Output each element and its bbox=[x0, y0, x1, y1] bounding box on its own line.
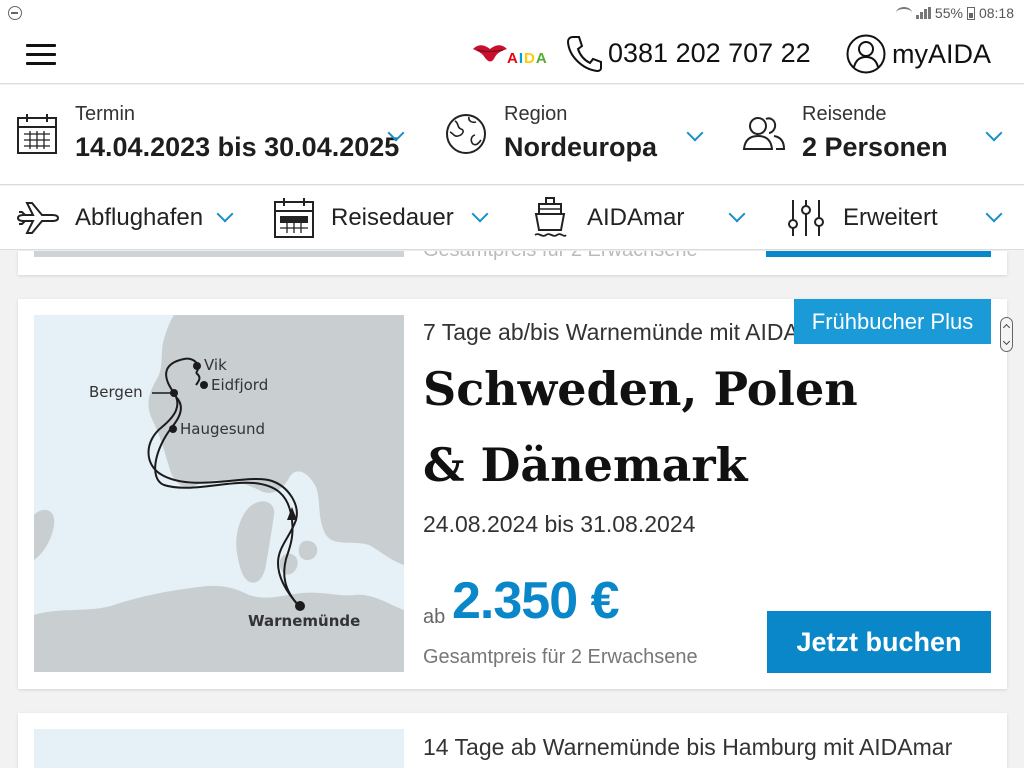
primary-filters: Termin 14.04.2023 bis 30.04.2025 Region … bbox=[0, 85, 1024, 185]
myaida-label: myAIDA bbox=[892, 38, 992, 69]
filter-erweitert-label: Erweitert bbox=[843, 204, 938, 231]
cruise-card[interactable]: Vik Eidfjord Bergen Haugesund Warnemünde… bbox=[18, 299, 1007, 689]
map-port-haugesund: Haugesund bbox=[180, 420, 266, 438]
header: AIDA 0381 202 707 22 myAIDA bbox=[0, 28, 1024, 84]
filter-region-value: Nordeuropa bbox=[504, 132, 658, 162]
filter-reisende-label: Reisende bbox=[802, 103, 887, 125]
map-port-vik: Vik bbox=[204, 356, 227, 374]
price-prefix: ab bbox=[423, 606, 446, 628]
calendar-grid-icon bbox=[274, 198, 314, 238]
phone-link[interactable]: 0381 202 707 22 bbox=[566, 34, 811, 72]
book-button[interactable]: Jetzt buchen bbox=[767, 611, 991, 673]
phone-icon bbox=[566, 36, 602, 72]
filter-region[interactable]: Region Nordeuropa bbox=[440, 85, 720, 185]
travellers-icon bbox=[742, 117, 786, 150]
phone-number: 0381 202 707 22 bbox=[608, 37, 811, 68]
route-map bbox=[34, 729, 404, 768]
chevron-down-icon bbox=[216, 205, 234, 223]
price: 2.350 € bbox=[452, 572, 619, 630]
chevron-down-icon bbox=[471, 205, 489, 223]
calendar-icon bbox=[17, 114, 57, 154]
map-port-eidfjord: Eidfjord bbox=[211, 376, 269, 394]
filter-erweitert[interactable]: Erweitert bbox=[780, 186, 1024, 250]
chevron-down-icon bbox=[985, 205, 1003, 223]
filter-termin-label: Termin bbox=[75, 103, 136, 125]
chevron-down-icon bbox=[728, 205, 746, 223]
book-button[interactable] bbox=[766, 251, 991, 257]
cruise-subtitle: 14 Tage ab Warnemünde bis Hamburg mit AI… bbox=[423, 734, 953, 760]
scroll-handle[interactable] bbox=[1000, 317, 1013, 352]
filter-reisende-value: 2 Personen bbox=[802, 132, 948, 162]
airplane-icon bbox=[16, 202, 60, 234]
route-map bbox=[34, 251, 404, 257]
battery-icon bbox=[966, 6, 975, 20]
price-note: Gesamtpreis für 2 Erwachsene bbox=[423, 251, 698, 262]
menu-icon[interactable] bbox=[26, 44, 56, 66]
map-port-bergen: Bergen bbox=[89, 383, 143, 401]
user-icon bbox=[846, 34, 886, 74]
price-note: Gesamtpreis für 2 Erwachsene bbox=[423, 646, 698, 668]
battery-level: 55% bbox=[934, 5, 963, 21]
chevron-down-icon bbox=[985, 124, 1003, 142]
cruise-subtitle: 7 Tage ab/bis Warnemünde mit AIDAmar bbox=[423, 319, 839, 345]
filter-ship[interactable]: AIDAmar bbox=[525, 186, 755, 250]
cruise-card-previous: Gesamtpreis für 2 Erwachsene bbox=[18, 251, 1007, 275]
status-bar: 55% 08:18 bbox=[0, 0, 1024, 28]
map-port-warnemuende: Warnemünde bbox=[248, 612, 361, 630]
myaida-link[interactable]: myAIDA bbox=[846, 34, 991, 74]
fruehbucher-badge: Frühbucher Plus bbox=[794, 299, 991, 344]
filter-termin-value: 14.04.2023 bis 30.04.2025 bbox=[75, 132, 400, 162]
secondary-filters: Abflughafen Reisedauer AIDAmar Erweitert bbox=[0, 186, 1024, 250]
signal-icon bbox=[915, 7, 931, 19]
wifi-icon bbox=[895, 7, 912, 19]
cruise-card-next[interactable]: 14 Tage ab Warnemünde bis Hamburg mit AI… bbox=[18, 713, 1007, 768]
aida-wordmark: AIDA bbox=[507, 50, 548, 67]
filter-region-label: Region bbox=[504, 103, 568, 125]
route-map: Vik Eidfjord Bergen Haugesund Warnemünde bbox=[34, 315, 404, 672]
chevron-down-icon bbox=[686, 124, 704, 142]
filter-reisende[interactable]: Reisende 2 Personen bbox=[740, 85, 1024, 185]
filter-reisedauer[interactable]: Reisedauer bbox=[265, 186, 505, 250]
filter-abflughafen-label: Abflughafen bbox=[75, 204, 204, 231]
aida-logo[interactable]: AIDA bbox=[471, 40, 548, 67]
sliders-icon bbox=[788, 200, 824, 236]
cruise-title[interactable]: Schweden, Polen & Dänemark bbox=[423, 351, 893, 503]
filter-reisedauer-label: Reisedauer bbox=[331, 204, 454, 231]
ship-icon bbox=[534, 197, 567, 237]
filter-abflughafen[interactable]: Abflughafen bbox=[0, 186, 250, 250]
filter-termin[interactable]: Termin 14.04.2023 bis 30.04.2025 bbox=[0, 85, 420, 185]
filter-ship-label: AIDAmar bbox=[587, 204, 685, 231]
cruise-dates: 24.08.2024 bis 31.08.2024 bbox=[423, 511, 696, 537]
minus-circle-icon bbox=[8, 6, 22, 20]
globe-icon bbox=[446, 114, 486, 154]
aida-lips-icon bbox=[473, 44, 507, 61]
clock: 08:18 bbox=[978, 5, 1014, 21]
